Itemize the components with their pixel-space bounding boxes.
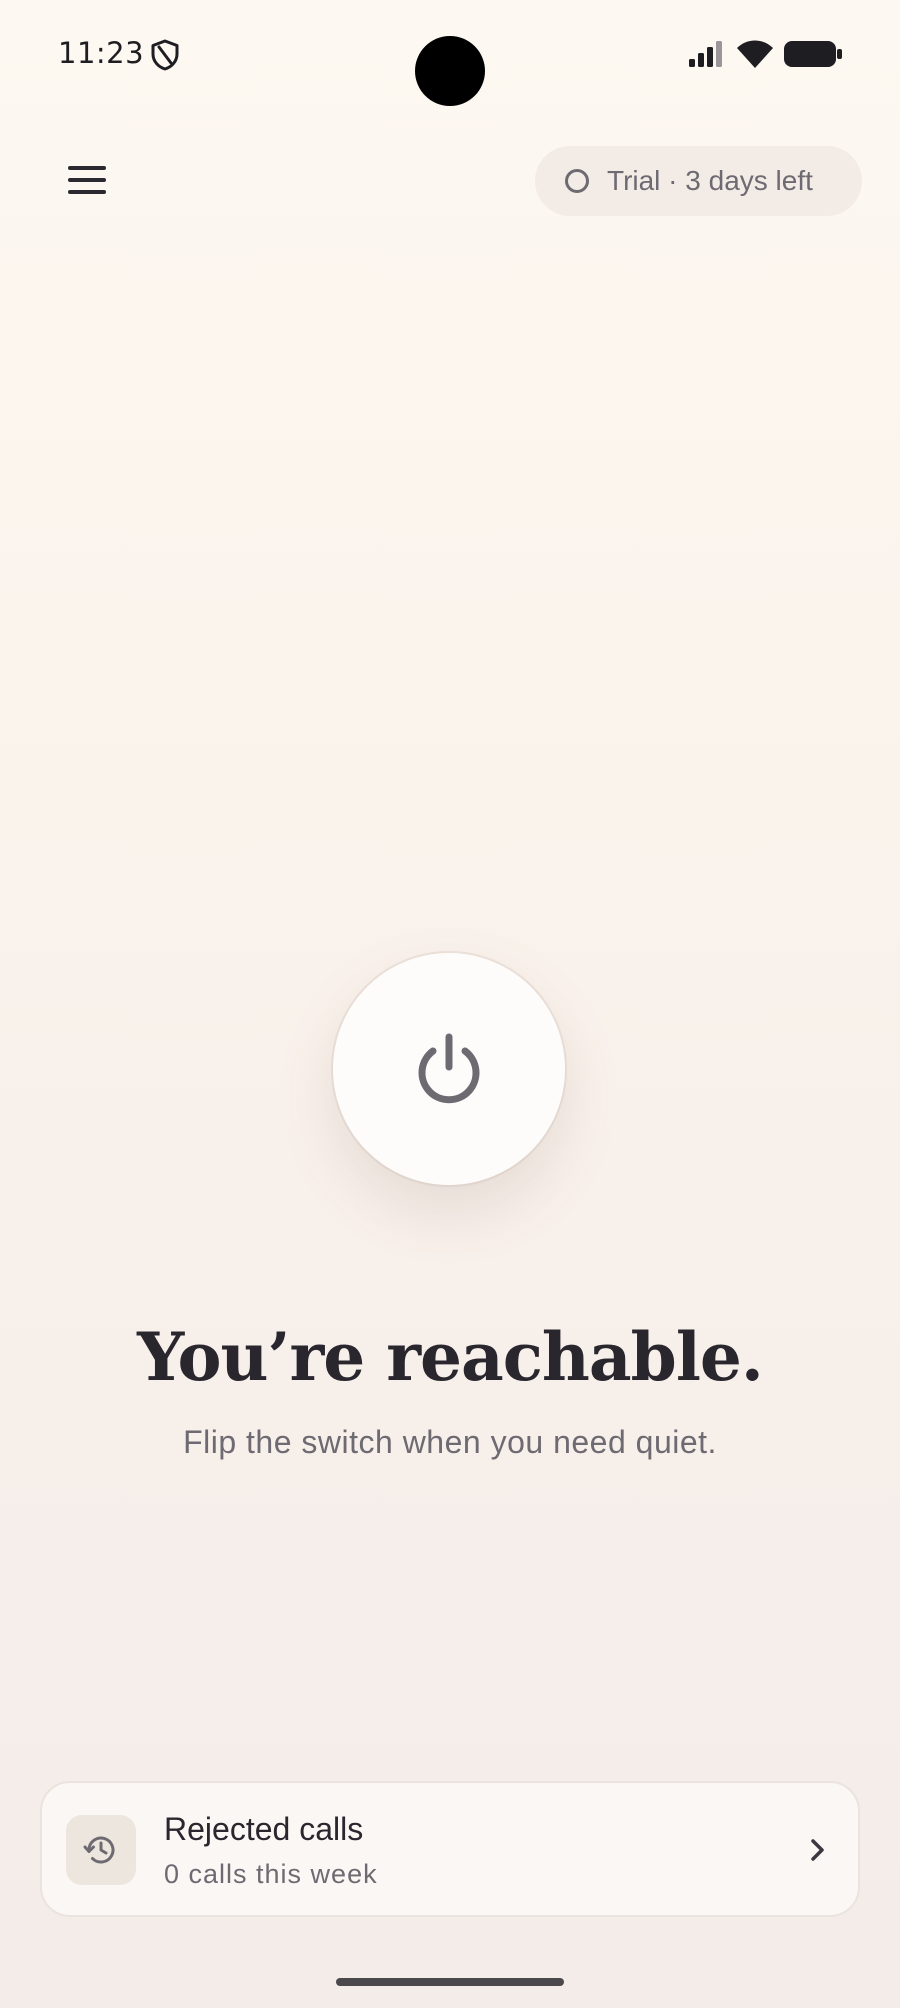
rejected-calls-count: 0 calls this week (164, 1859, 378, 1889)
rejected-calls-card[interactable]: Rejected calls 0 calls this week (40, 1781, 860, 1917)
power-icon (418, 1033, 480, 1104)
status-bar: 11:23 (0, 0, 900, 110)
trial-status-badge[interactable]: Trial · 3 days left (535, 146, 862, 216)
power-toggle-button[interactable] (333, 953, 565, 1185)
history-icon (83, 1836, 115, 1864)
trial-status-text: Trial · 3 days left (607, 165, 813, 196)
history-icon-tile (66, 1815, 136, 1885)
status-headline: You’re reachable. (137, 1318, 764, 1396)
battery-icon (784, 41, 842, 67)
chevron-right-icon (811, 1839, 824, 1861)
signal-icon (689, 41, 722, 67)
camera-cutout (415, 36, 485, 106)
home-indicator[interactable] (336, 1978, 564, 1986)
status-time: 11:23 (58, 36, 145, 70)
shield-icon (151, 39, 179, 71)
status-subheadline: Flip the switch when you need quiet. (183, 1424, 717, 1460)
wifi-icon (737, 40, 773, 68)
menu-button[interactable] (62, 160, 114, 200)
rejected-calls-title: Rejected calls (164, 1811, 364, 1847)
circle-icon (565, 169, 589, 193)
